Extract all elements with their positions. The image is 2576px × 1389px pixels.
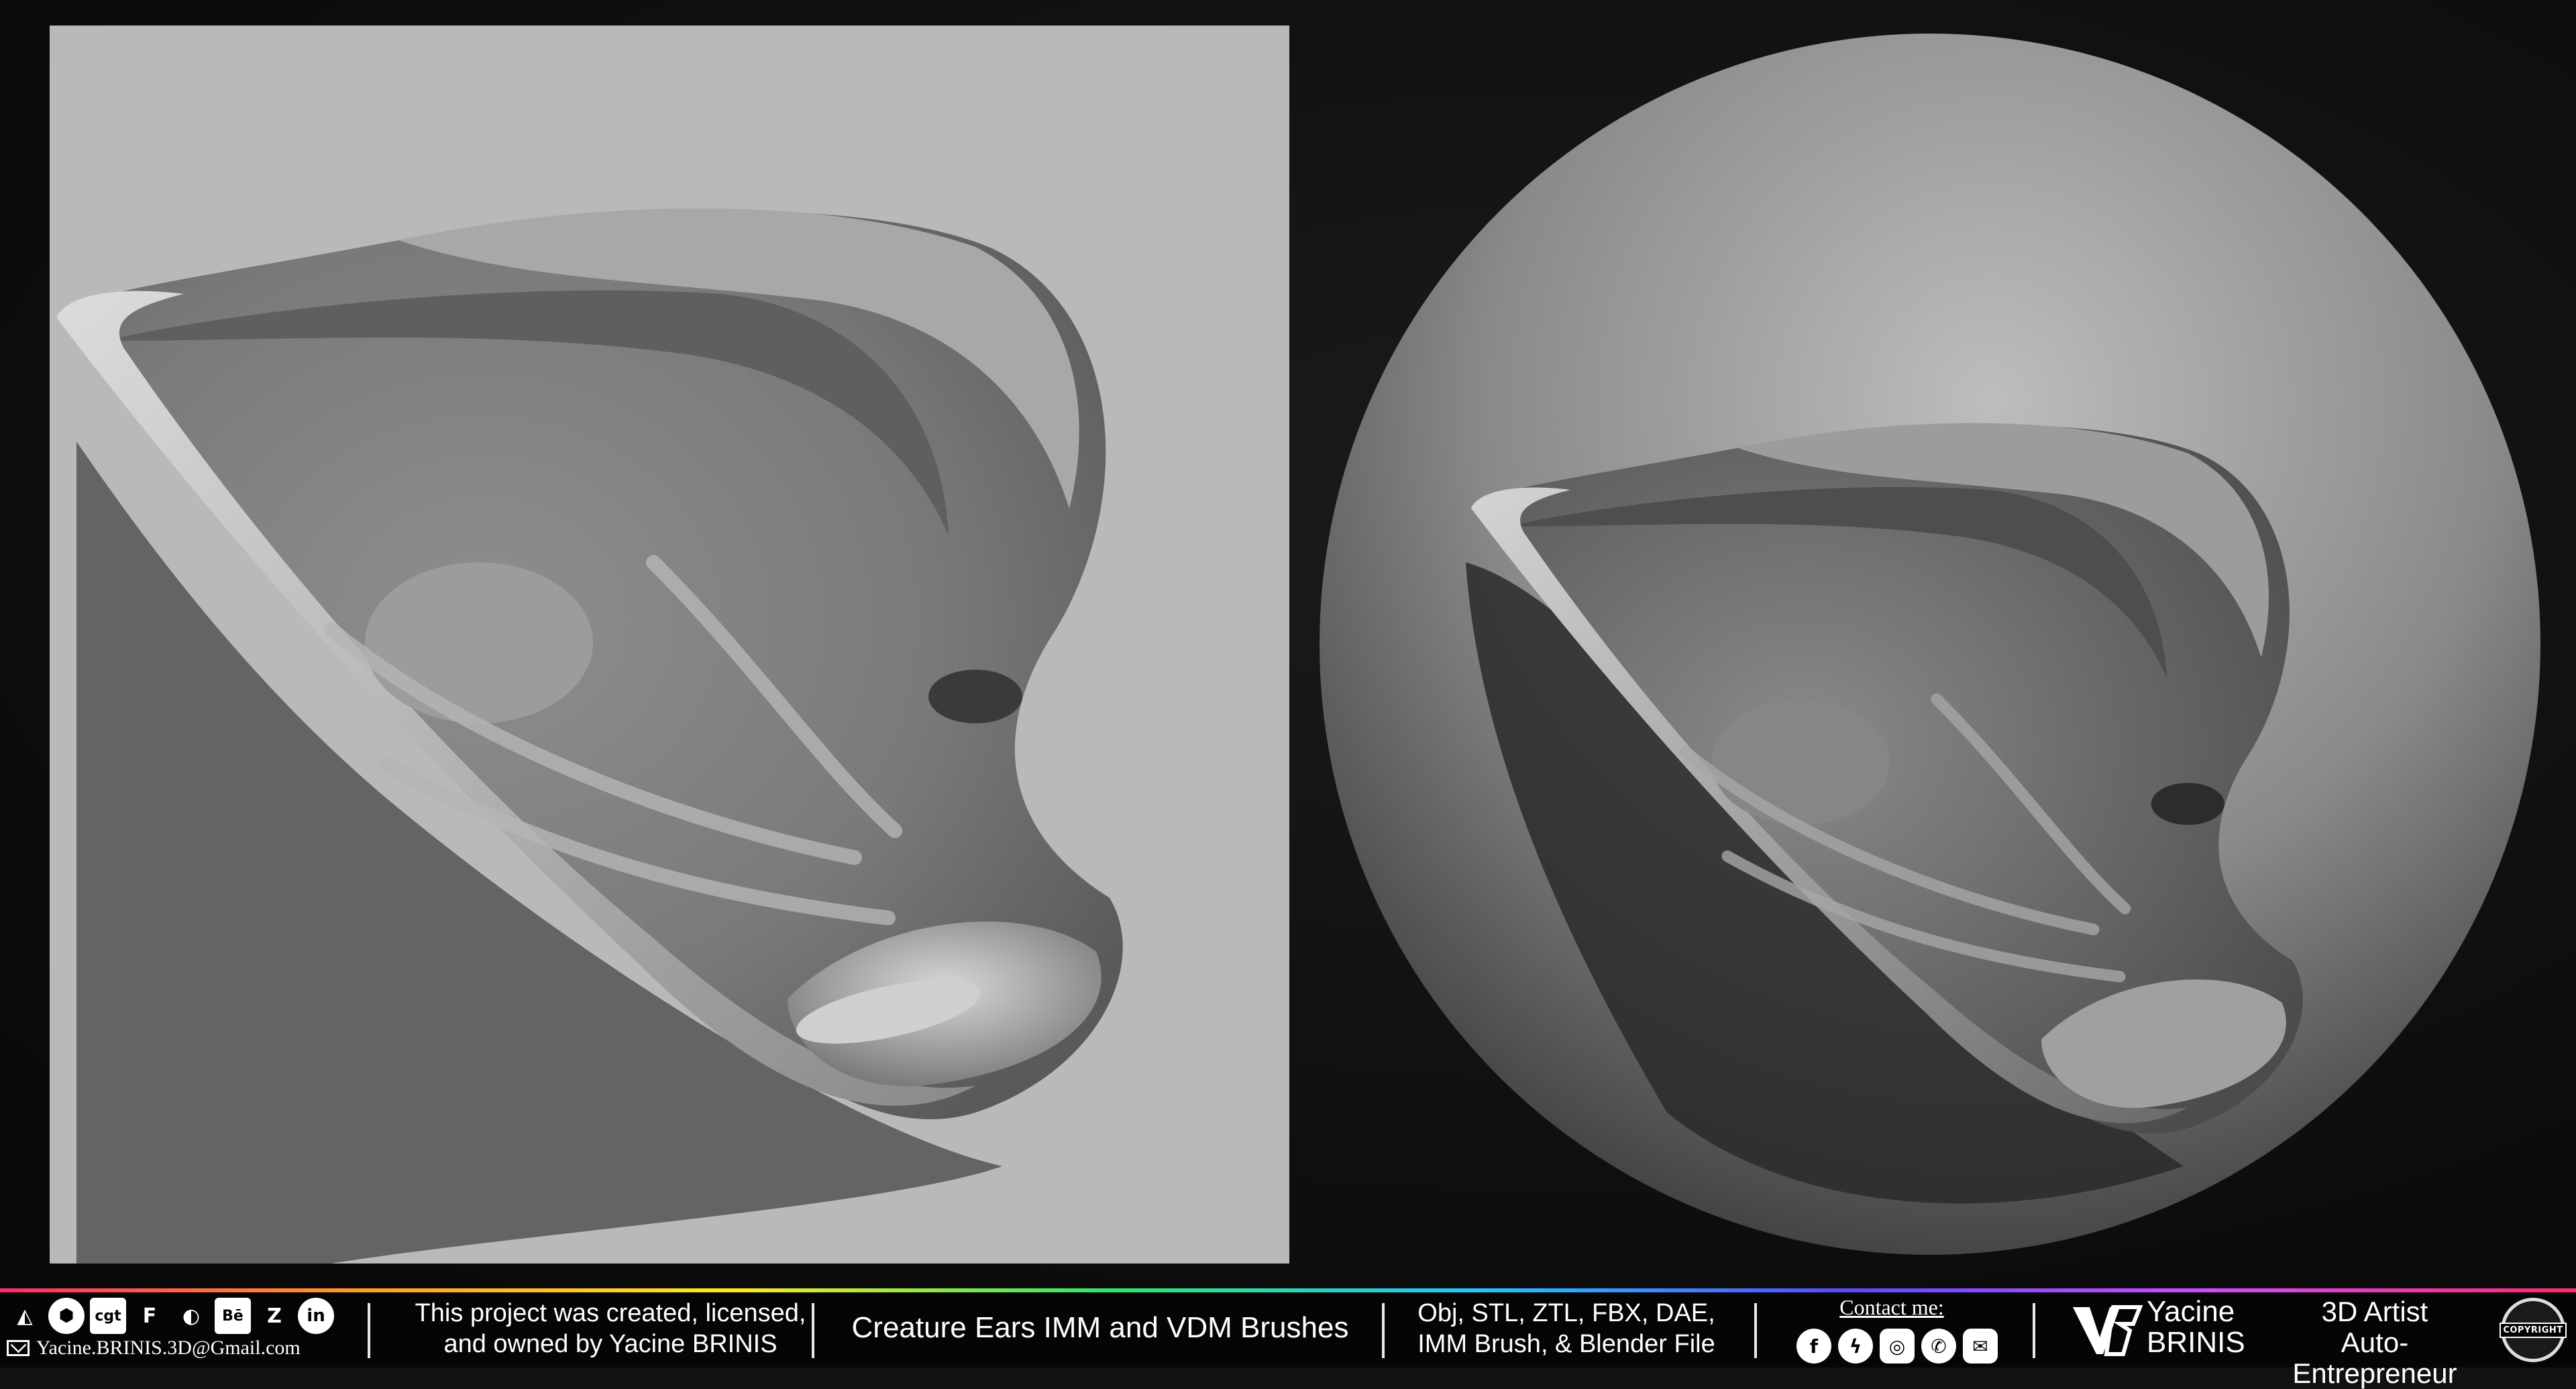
sphere-ear-bulge xyxy=(1711,699,1890,825)
author-role: 3D Artist Auto-Entrepreneur xyxy=(2261,1296,2489,1389)
behance-icon[interactable]: Bē xyxy=(215,1298,251,1334)
author-last-name: BRINIS xyxy=(2147,1326,2245,1359)
ear-notch xyxy=(928,670,1022,723)
divider xyxy=(368,1303,370,1358)
project-title: Creature Ears IMM and VDM Brushes xyxy=(851,1311,1349,1344)
copyright-badge: COPYRIGHT xyxy=(2500,1298,2567,1362)
email-address: Yacine.BRINIS.3D@Gmail.com xyxy=(36,1337,301,1359)
whatsapp-icon[interactable]: ✆ xyxy=(1921,1329,1956,1364)
file-formats: Obj, STL, ZTL, FBX, DAE, IMM Brush, & Bl… xyxy=(1402,1298,1731,1359)
divider xyxy=(812,1303,814,1358)
email-icon xyxy=(7,1340,30,1356)
footer-bar: ◭ ⬢ cgt F ◐ Bē Z in Yacine.BRINIS.3D@Gma… xyxy=(0,1288,2576,1389)
messenger-icon[interactable]: ϟ xyxy=(1838,1329,1873,1364)
license-notice: This project was created, licensed, and … xyxy=(396,1298,825,1359)
sketchfab-icon[interactable]: ⬢ xyxy=(48,1298,85,1334)
contact-icons: f ϟ ◎ ✆ ✉ xyxy=(1796,1329,1998,1364)
rainbow-strip xyxy=(0,1288,2576,1292)
formats-line-2: IMM Brush, & Blender File xyxy=(1417,1330,1715,1358)
mail-icon[interactable]: ✉ xyxy=(1963,1329,1998,1364)
email-contact[interactable]: Yacine.BRINIS.3D@Gmail.com xyxy=(7,1337,301,1359)
divider xyxy=(1382,1303,1385,1358)
linkedin-icon[interactable]: in xyxy=(298,1298,334,1334)
social-icons: ◭ ⬢ cgt F ◐ Bē Z in xyxy=(7,1298,334,1334)
formats-line-1: Obj, STL, ZTL, FBX, DAE, xyxy=(1417,1299,1715,1327)
ear-sculpt-panel xyxy=(50,25,1289,1264)
artstation-icon[interactable]: ◭ xyxy=(7,1298,43,1334)
sphere-ear-notch xyxy=(2151,782,2224,825)
brand-logo-icon xyxy=(2073,1305,2143,1356)
sphere-sculpt-view xyxy=(1311,25,2549,1264)
license-line-1: This project was created, licensed, xyxy=(415,1299,806,1327)
ear-sculpt-sphere-render xyxy=(1320,34,2540,1255)
role-line-1: 3D Artist xyxy=(2321,1296,2428,1327)
license-line-2: and owned by Yacine BRINIS xyxy=(443,1330,777,1358)
contact-label: Contact me: xyxy=(1839,1295,1944,1319)
render-stage xyxy=(0,0,2576,1288)
cgtrader-icon[interactable]: cgt xyxy=(90,1298,126,1334)
fab-icon[interactable]: F xyxy=(131,1298,168,1334)
copyright-badge-label: COPYRIGHT xyxy=(2500,1322,2567,1338)
divider xyxy=(2033,1303,2035,1358)
cults-icon[interactable]: ◐ xyxy=(173,1298,209,1334)
author-name: Yacine BRINIS xyxy=(2147,1296,2254,1358)
role-line-2: Auto-Entrepreneur xyxy=(2292,1327,2457,1389)
ear-sculpt-flat-render xyxy=(56,208,1123,1264)
ear-inner-bulge xyxy=(365,562,593,723)
divider xyxy=(1754,1303,1757,1358)
facebook-icon[interactable]: f xyxy=(1796,1329,1831,1364)
instagram-icon[interactable]: ◎ xyxy=(1880,1329,1915,1364)
author-first-name: Yacine xyxy=(2147,1295,2235,1328)
zbrush-icon[interactable]: Z xyxy=(256,1298,292,1334)
